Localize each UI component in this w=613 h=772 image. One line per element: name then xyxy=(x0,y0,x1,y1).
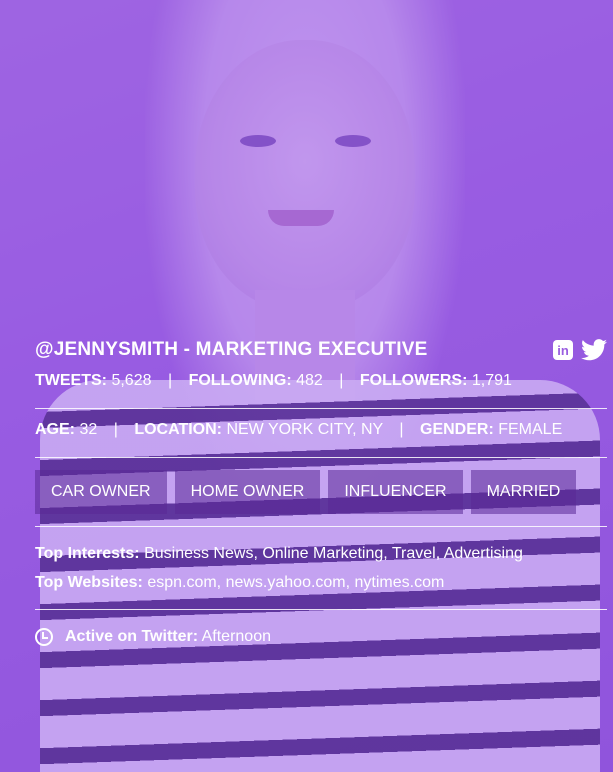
stats-row: TWEETS: 5,628 | FOLLOWING: 482 | FOLLOWE… xyxy=(35,372,607,396)
age-value: 32 xyxy=(79,421,98,438)
tag-list: CAR OWNER HOME OWNER INFLUENCER MARRIED xyxy=(35,470,607,514)
divider xyxy=(35,609,607,610)
linkedin-icon[interactable]: in xyxy=(553,340,573,360)
interests-label: Top Interests: xyxy=(35,545,140,562)
title-row: @JENNYSMITH - MARKETING EXECUTIVE in xyxy=(35,336,607,364)
profile-panel: @JENNYSMITH - MARKETING EXECUTIVE in TWE… xyxy=(35,336,607,652)
followers-value: 1,791 xyxy=(471,372,512,389)
tweets-value: 5,628 xyxy=(111,372,152,389)
websites-label: Top Websites: xyxy=(35,574,143,591)
separator: | xyxy=(167,372,173,389)
location-label: LOCATION: xyxy=(134,421,222,438)
tweets-label: TWEETS: xyxy=(35,372,107,389)
top-websites: Top Websites: espn.com, news.yahoo.com, … xyxy=(35,568,607,597)
separator: | xyxy=(113,421,118,438)
clock-icon xyxy=(35,628,53,646)
tag-home-owner: HOME OWNER xyxy=(174,470,321,514)
active-row: Active on Twitter: Afternoon xyxy=(35,622,607,652)
active-label: Active on Twitter: xyxy=(65,628,199,645)
location-value: NEW YORK CITY, NY xyxy=(226,421,383,438)
divider xyxy=(35,526,607,527)
tag-married: MARRIED xyxy=(470,470,577,514)
following-value: 482 xyxy=(296,372,323,389)
interests-value: Business News, Online Marketing, Travel,… xyxy=(144,545,523,562)
active-value: Afternoon xyxy=(201,628,271,645)
social-links: in xyxy=(553,339,607,361)
age-label: AGE: xyxy=(35,421,75,438)
twitter-icon[interactable] xyxy=(581,339,607,361)
separator: | xyxy=(399,421,404,438)
divider xyxy=(35,408,607,409)
tag-influencer: INFLUENCER xyxy=(328,470,463,514)
tag-car-owner: CAR OWNER xyxy=(35,470,167,514)
followers-label: FOLLOWERS: xyxy=(359,372,468,389)
divider xyxy=(35,457,607,458)
gender-value: FEMALE xyxy=(498,421,563,438)
interests-block: Top Interests: Business News, Online Mar… xyxy=(35,539,607,597)
following-label: FOLLOWING: xyxy=(188,372,292,389)
top-interests: Top Interests: Business News, Online Mar… xyxy=(35,539,607,568)
separator: | xyxy=(339,372,344,389)
demographics-row: AGE: 32 | LOCATION: NEW YORK CITY, NY | … xyxy=(35,421,607,445)
websites-value: espn.com, news.yahoo.com, nytimes.com xyxy=(147,574,445,591)
profile-handle: @JENNYSMITH - MARKETING EXECUTIVE xyxy=(35,339,428,360)
gender-label: GENDER: xyxy=(420,421,494,438)
